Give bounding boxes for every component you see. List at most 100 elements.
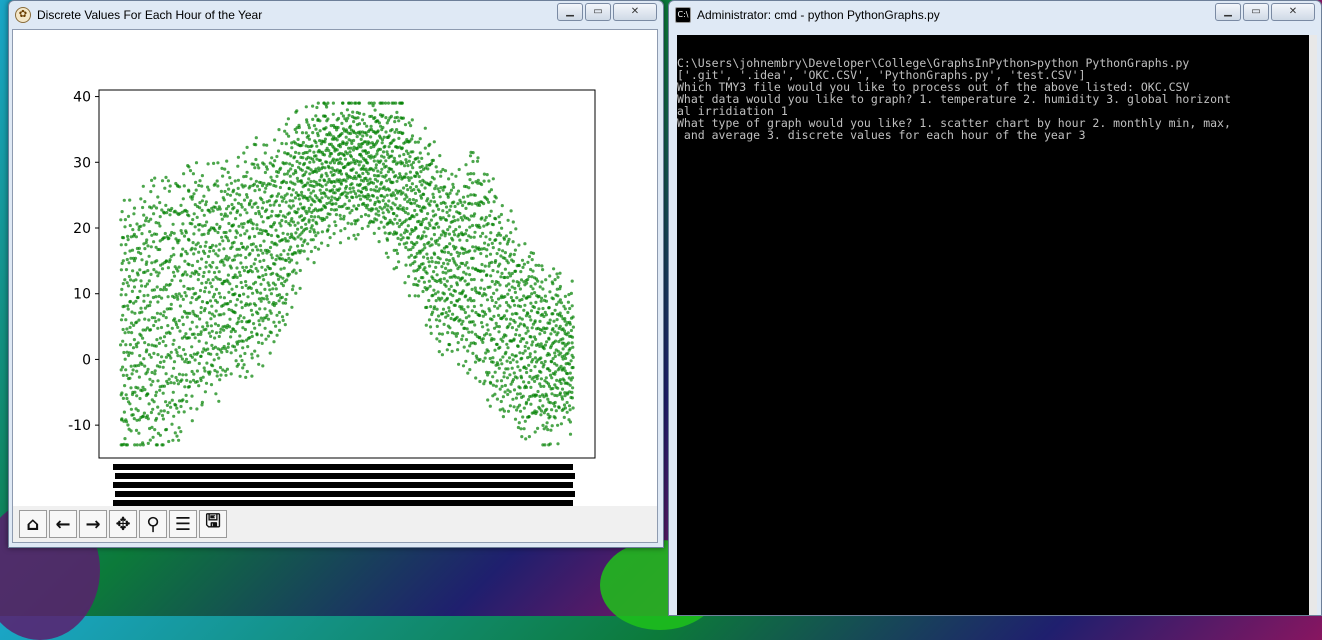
cmd-close-button[interactable]: ✕	[1271, 3, 1315, 21]
data-point	[485, 254, 489, 258]
data-point	[215, 266, 219, 270]
data-point	[211, 278, 215, 282]
data-point	[252, 262, 256, 266]
cmd-minimize-button[interactable]: ▁	[1215, 3, 1241, 21]
data-point	[148, 328, 153, 332]
maximize-button[interactable]: ▭	[585, 3, 611, 21]
data-point	[499, 379, 504, 383]
data-point	[201, 375, 205, 379]
data-point	[195, 369, 199, 373]
data-point	[354, 177, 358, 181]
data-point	[491, 246, 495, 250]
data-point	[441, 307, 446, 311]
data-point	[260, 341, 264, 345]
data-point	[373, 200, 377, 205]
data-point	[138, 354, 142, 358]
data-point	[188, 360, 192, 364]
minimize-button[interactable]: ▁	[557, 3, 583, 21]
data-point	[356, 218, 360, 222]
data-point	[271, 271, 275, 275]
pan-button[interactable]: ✥	[109, 510, 137, 538]
configure-subplots-button[interactable]: ☰	[169, 510, 197, 538]
data-point	[454, 263, 459, 267]
cmd-window[interactable]: C:\ Administrator: cmd - python PythonGr…	[668, 0, 1322, 616]
data-point	[570, 304, 574, 308]
data-point	[300, 190, 304, 194]
data-point	[280, 199, 284, 203]
data-point	[220, 235, 224, 239]
data-point	[236, 362, 240, 366]
home-button[interactable]: ⌂	[19, 510, 47, 538]
data-point	[219, 189, 223, 193]
data-point	[198, 266, 202, 271]
data-point	[164, 259, 168, 263]
data-point	[570, 341, 574, 345]
data-point	[504, 350, 508, 354]
data-point	[164, 372, 168, 376]
data-point	[172, 231, 176, 235]
data-point	[223, 167, 227, 171]
data-point	[134, 299, 138, 303]
data-point	[532, 305, 537, 309]
close-button[interactable]: ✕	[613, 3, 657, 21]
scatter-chart[interactable]: 403020100-10	[13, 30, 657, 508]
data-point	[279, 166, 283, 170]
zoom-button[interactable]: ⚲	[139, 510, 167, 538]
forward-button[interactable]: →	[79, 510, 107, 538]
data-point	[210, 343, 214, 347]
console-icon: C:\	[675, 7, 691, 23]
data-point	[249, 286, 253, 290]
data-point	[280, 295, 284, 299]
data-point	[267, 199, 271, 203]
data-point	[143, 200, 147, 204]
data-point	[473, 212, 477, 216]
data-point	[250, 374, 254, 378]
data-point	[121, 365, 125, 369]
data-point	[408, 185, 413, 190]
data-point	[174, 375, 178, 380]
cmd-window-titlebar[interactable]: C:\ Administrator: cmd - python PythonGr…	[669, 1, 1321, 29]
data-point	[390, 194, 394, 198]
data-point	[187, 263, 191, 267]
data-point	[168, 331, 172, 335]
data-point	[219, 373, 223, 377]
data-point	[449, 268, 453, 272]
data-point	[407, 159, 411, 163]
data-point	[282, 249, 286, 253]
data-point	[224, 230, 228, 235]
data-point	[265, 208, 269, 212]
data-point	[172, 274, 177, 278]
data-point	[520, 258, 525, 262]
data-point	[359, 160, 363, 164]
console-output[interactable]: C:\Users\johnembry\Developer\College\Gra…	[677, 35, 1317, 615]
data-point	[471, 266, 475, 270]
data-point	[506, 275, 510, 279]
data-point	[379, 171, 383, 175]
data-point	[407, 294, 411, 298]
x-tick-label-band	[115, 491, 575, 497]
data-point	[380, 167, 384, 171]
back-button[interactable]: ←	[49, 510, 77, 538]
data-point	[466, 194, 470, 198]
data-point	[175, 434, 179, 438]
data-point	[164, 288, 168, 292]
data-point	[471, 245, 475, 249]
data-point	[457, 297, 461, 301]
data-point	[341, 101, 345, 105]
data-point	[239, 233, 243, 237]
data-point	[308, 149, 312, 153]
data-point	[127, 274, 131, 279]
data-point	[200, 400, 204, 404]
data-point	[153, 428, 157, 432]
data-point	[240, 319, 244, 324]
plot-window[interactable]: ✿ Discrete Values For Each Hour of the Y…	[8, 0, 664, 548]
data-point	[293, 237, 297, 241]
save-button[interactable]: 🖫	[199, 510, 227, 538]
cmd-maximize-button[interactable]: ▭	[1243, 3, 1269, 21]
data-point	[434, 184, 438, 188]
data-point	[549, 401, 553, 405]
plot-window-titlebar[interactable]: ✿ Discrete Values For Each Hour of the Y…	[9, 1, 663, 29]
console-scrollbar[interactable]	[1309, 35, 1317, 615]
data-point	[214, 331, 219, 335]
data-point	[479, 269, 483, 273]
